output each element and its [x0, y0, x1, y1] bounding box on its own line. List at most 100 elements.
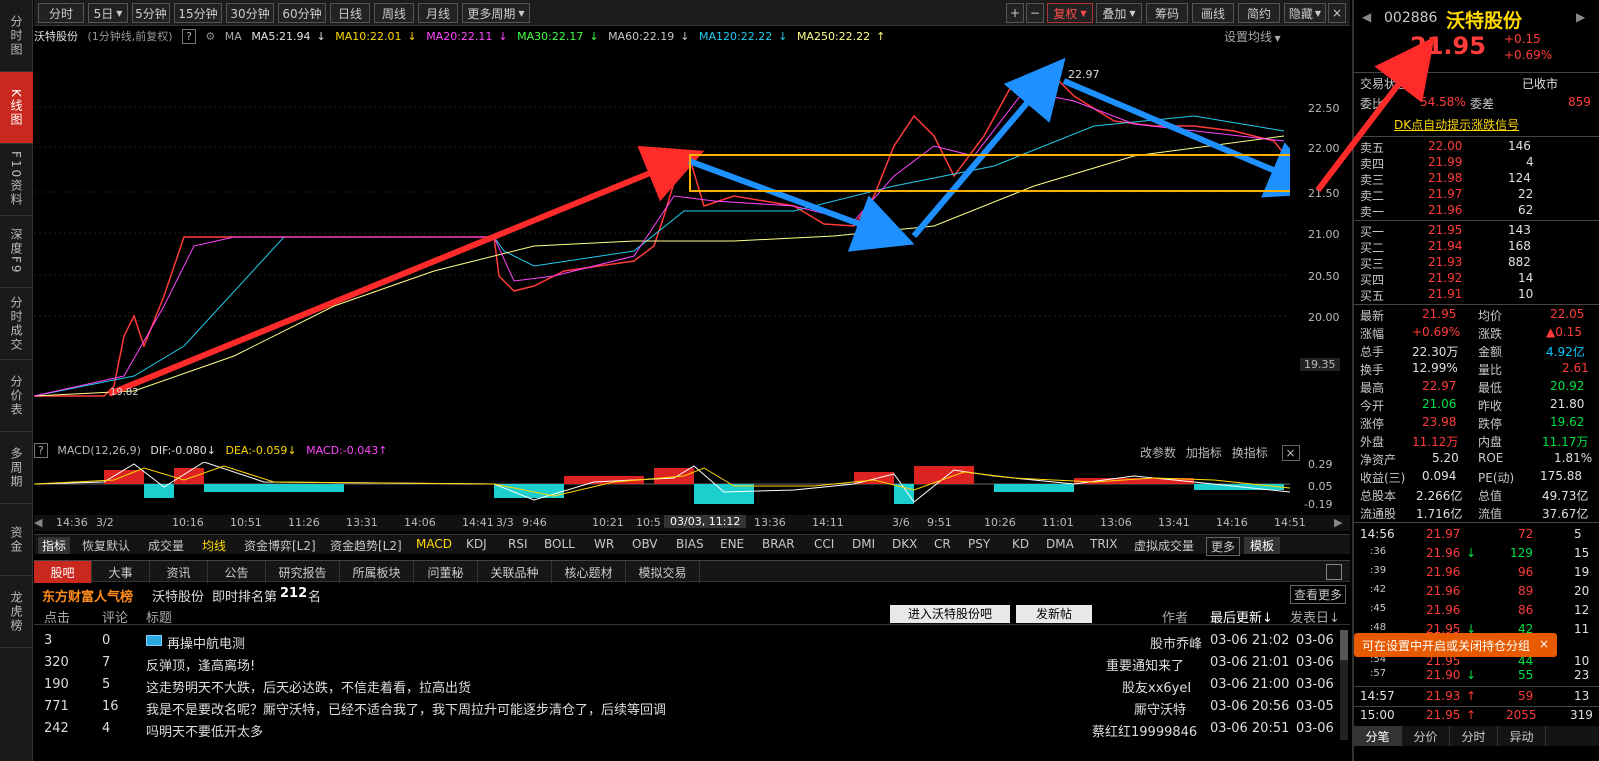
- ind-brar[interactable]: BRAR: [762, 537, 795, 551]
- help-icon[interactable]: ?: [34, 443, 48, 458]
- ind-boll[interactable]: BOLL: [544, 537, 575, 551]
- restore-default[interactable]: 恢复默认: [82, 537, 130, 554]
- enter-forum-button[interactable]: 进入沃特股份吧: [890, 605, 1010, 623]
- post-title[interactable]: 吗明天不要低开太多: [146, 721, 263, 740]
- edit-params-link[interactable]: 改参数: [1140, 446, 1176, 460]
- ind-rsi[interactable]: RSI: [508, 537, 528, 551]
- ind-macd[interactable]: MACD: [416, 537, 452, 551]
- simple-button[interactable]: 简约: [1238, 3, 1280, 23]
- post-title[interactable]: 这走势明天不大跌，后天必达跌，不信走着看，拉高出货: [146, 677, 471, 696]
- table-row[interactable]: 242 4 吗明天不要低开太多 蔡红红19999846 03-06 20:51 …: [34, 718, 1340, 740]
- ind-virtual-volume[interactable]: 虚拟成交量: [1134, 537, 1194, 554]
- collapse-icon[interactable]: [1326, 564, 1342, 580]
- period-30min[interactable]: 30分钟: [226, 3, 274, 23]
- dk-signal-link[interactable]: DK点自动提示涨跌信号: [1394, 116, 1519, 133]
- post-author[interactable]: 蔡红红19999846: [1092, 721, 1197, 740]
- zoom-in-button[interactable]: +: [1006, 3, 1024, 23]
- kline-chart[interactable]: 22.97 19.82: [34, 46, 1290, 436]
- tab-dragon-tiger[interactable]: 龙虎榜: [0, 576, 33, 648]
- zoom-out-button[interactable]: −: [1026, 3, 1044, 23]
- ind-kd[interactable]: KD: [1012, 537, 1029, 551]
- tab-fenbi[interactable]: 分笔: [1354, 726, 1402, 746]
- tab-fenshi[interactable]: 分时: [1450, 726, 1498, 746]
- ind-kdj[interactable]: KDJ: [466, 537, 487, 551]
- scrollbar[interactable]: [1340, 630, 1348, 740]
- col-posted[interactable]: 发表日↓: [1290, 607, 1340, 626]
- tab-announcements[interactable]: 公告: [208, 561, 266, 583]
- tab-timeshare[interactable]: 分时图: [0, 0, 33, 72]
- tab-multi-period[interactable]: 多周期: [0, 432, 33, 504]
- tab-kline[interactable]: K线图: [0, 72, 33, 144]
- chevron-left-icon[interactable]: ◀: [1362, 10, 1371, 24]
- tab-research[interactable]: 研究报告: [266, 561, 340, 583]
- post-title[interactable]: 反弹顶，逢高离场!: [146, 655, 255, 674]
- indicator-menu[interactable]: 指标: [38, 537, 71, 554]
- col-author[interactable]: 作者: [1162, 607, 1188, 626]
- tab-fenjia[interactable]: 分价: [1402, 726, 1450, 746]
- post-author[interactable]: 厮守沃特: [1134, 699, 1186, 718]
- ind-bias[interactable]: BIAS: [676, 537, 704, 551]
- adjust-button[interactable]: 复权 ▼: [1047, 3, 1093, 23]
- ind-cci[interactable]: CCI: [814, 537, 834, 551]
- tab-guba[interactable]: 股吧: [34, 561, 92, 583]
- table-row[interactable]: 3 0 再操中航电测 股市乔峰 03-06 21:02 03-06: [34, 630, 1340, 652]
- tab-yidong[interactable]: 异动: [1498, 726, 1546, 746]
- tab-sectors[interactable]: 所属板块: [340, 561, 414, 583]
- ind-psy[interactable]: PSY: [968, 537, 990, 551]
- table-row[interactable]: 190 5 这走势明天不大跌，后天必达跌，不信走着看，拉高出货 股友xx6yeI…: [34, 674, 1340, 696]
- scroll-left-icon[interactable]: ◀: [34, 516, 42, 529]
- tab-related[interactable]: 关联品种: [478, 561, 552, 583]
- close-icon[interactable]: ×: [1281, 445, 1300, 461]
- tab-ask-secretary[interactable]: 问董秘: [414, 561, 478, 583]
- period-5day[interactable]: 5日 ▼: [88, 3, 128, 23]
- tab-sim-trading[interactable]: 模拟交易: [626, 561, 700, 583]
- post-title[interactable]: 我是不是要改名呢？厮守沃特，已经不适合我了，我下周拉升可能逐步清仓了，后续等回调: [146, 699, 666, 718]
- chips-button[interactable]: 筹码: [1146, 3, 1188, 23]
- close-icon[interactable]: ×: [1328, 3, 1346, 23]
- ind-dkx[interactable]: DKX: [892, 537, 917, 551]
- post-author[interactable]: 股友xx6yeI: [1122, 677, 1191, 696]
- col-title[interactable]: 标题: [146, 607, 172, 626]
- hide-button[interactable]: 隐藏 ▼: [1284, 3, 1326, 23]
- tab-trades[interactable]: 分时成交: [0, 288, 33, 360]
- period-timeshare[interactable]: 分时: [38, 3, 84, 23]
- scrollbar-thumb[interactable]: [1340, 630, 1348, 660]
- more-indicators-button[interactable]: 更多: [1206, 537, 1241, 556]
- ind-obv[interactable]: OBV: [632, 537, 658, 551]
- close-icon[interactable]: ×: [1539, 637, 1549, 651]
- ind-ma[interactable]: 均线: [202, 537, 226, 554]
- ind-fund-game[interactable]: 资金博弈[L2]: [244, 537, 316, 554]
- switch-indicator-link[interactable]: 换指标: [1232, 446, 1268, 460]
- post-title[interactable]: 再操中航电测: [167, 633, 245, 652]
- ind-dma[interactable]: DMA: [1046, 537, 1074, 551]
- tab-price-table[interactable]: 分价表: [0, 360, 33, 432]
- post-author[interactable]: 重要通知来了: [1106, 655, 1184, 674]
- chevron-right-icon[interactable]: ▶: [1576, 10, 1585, 24]
- tab-f10[interactable]: F10资料: [0, 144, 33, 216]
- col-updated[interactable]: 最后更新↓: [1210, 607, 1273, 626]
- col-clicks[interactable]: 点击: [44, 607, 70, 626]
- ind-trix[interactable]: TRIX: [1090, 537, 1117, 551]
- period-monthly[interactable]: 月线: [418, 3, 458, 23]
- add-indicator-link[interactable]: 加指标: [1186, 446, 1222, 460]
- period-weekly[interactable]: 周线: [374, 3, 414, 23]
- help-icon[interactable]: ?: [182, 29, 196, 44]
- period-15min[interactable]: 15分钟: [174, 3, 222, 23]
- tab-core-themes[interactable]: 核心题材: [552, 561, 626, 583]
- ind-dmi[interactable]: DMI: [852, 537, 875, 551]
- period-daily[interactable]: 日线: [330, 3, 370, 23]
- tab-depth-f9[interactable]: 深度F9: [0, 216, 33, 288]
- tab-events[interactable]: 大事: [92, 561, 150, 583]
- table-row[interactable]: 320 7 反弹顶，逢高离场! 重要通知来了 03-06 21:01 03-06: [34, 652, 1340, 674]
- col-comments[interactable]: 评论: [102, 607, 128, 626]
- ind-cr[interactable]: CR: [934, 537, 951, 551]
- scroll-right-icon[interactable]: ▶: [1334, 516, 1342, 529]
- gear-icon[interactable]: ⚙: [205, 30, 215, 43]
- view-more-button[interactable]: 查看更多: [1290, 585, 1347, 604]
- ind-wr[interactable]: WR: [594, 537, 614, 551]
- new-post-button[interactable]: 发新帖: [1016, 605, 1092, 623]
- ind-fund-trend[interactable]: 资金趋势[L2]: [330, 537, 402, 554]
- macd-chart[interactable]: [34, 462, 1290, 514]
- ind-ene[interactable]: ENE: [720, 537, 744, 551]
- ind-volume[interactable]: 成交量: [148, 537, 184, 554]
